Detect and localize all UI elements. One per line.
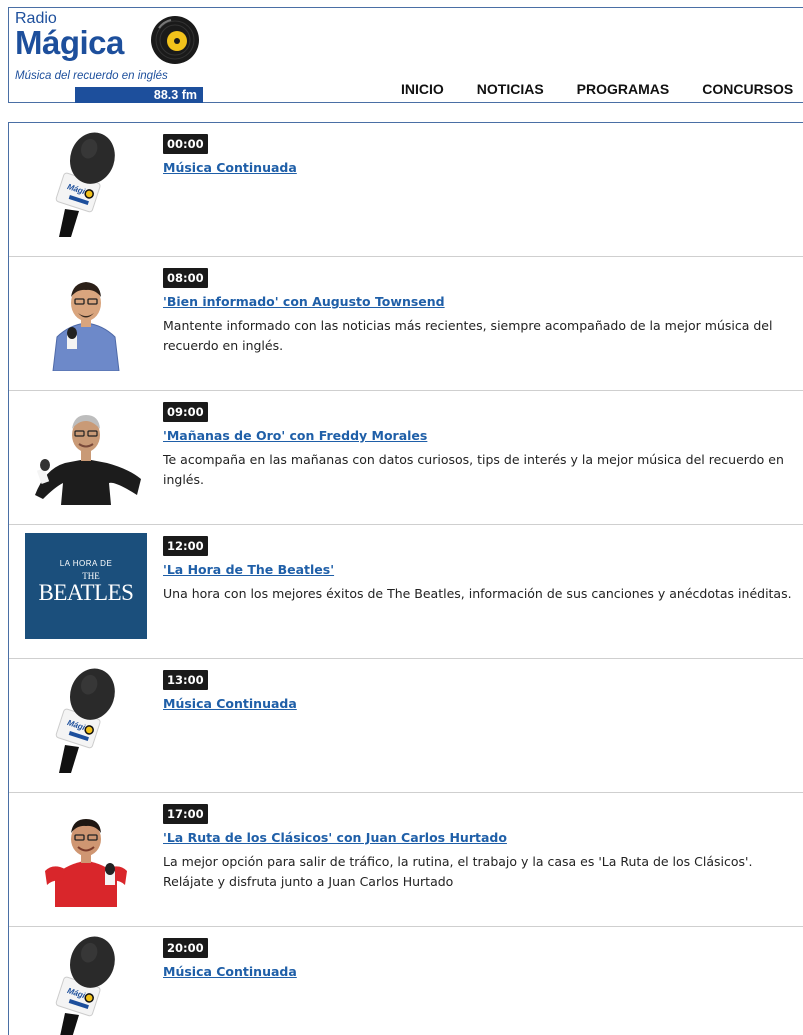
program-title-link[interactable]: 'La Hora de The Beatles'	[163, 562, 803, 577]
beatles-banner-top-text: LA HORA DE	[59, 559, 113, 568]
program-thumbnail[interactable]	[25, 801, 147, 907]
host-photo-icon	[35, 415, 141, 505]
nav-inicio[interactable]: INICIO	[401, 81, 444, 97]
nav-noticias[interactable]: NOTICIAS	[477, 81, 544, 97]
program-time: 17:00	[163, 804, 208, 824]
site-header: Radio Mágica Música del recuerdo en ingl…	[8, 7, 803, 103]
program-time: 08:00	[163, 268, 208, 288]
schedule-item: Mágica 00:00 Música Continuada	[9, 123, 803, 257]
radio-magica-logo[interactable]: Radio Mágica Música del recuerdo en ingl…	[13, 10, 223, 103]
program-thumbnail[interactable]: Mágica	[25, 131, 147, 237]
logo-tagline: Música del recuerdo en inglés	[15, 70, 168, 82]
program-time: 00:00	[163, 134, 208, 154]
program-title-link[interactable]: 'Bien informado' con Augusto Townsend	[163, 294, 803, 309]
host-photo-icon	[45, 819, 127, 907]
logo-frequency-badge: 88.3 fm	[75, 87, 203, 103]
schedule-item: Mágica 20:00 Música Continuada	[9, 927, 803, 1035]
program-time: 20:00	[163, 938, 208, 958]
microphone-logo-icon: Mágica	[55, 668, 115, 773]
beatles-banner: LA HORA DE THE BEATLES	[25, 533, 147, 639]
microphone-logo-icon: Mágica	[55, 132, 115, 237]
program-schedule: Mágica 00:00 Música Continuada 08:00 'Bi…	[8, 122, 803, 1035]
program-thumbnail[interactable]: Mágica	[25, 667, 147, 773]
microphone-logo-icon: Mágica	[55, 936, 115, 1035]
program-time: 09:00	[163, 402, 208, 422]
host-photo-icon	[52, 282, 120, 371]
program-description: La mejor opción para salir de tráfico, l…	[163, 854, 753, 889]
schedule-item: 08:00 'Bien informado' con Augusto Towns…	[9, 257, 803, 391]
program-thumbnail[interactable]	[25, 399, 147, 505]
program-title-link[interactable]: Música Continuada	[163, 696, 803, 711]
program-title-link[interactable]: Música Continuada	[163, 160, 803, 175]
program-time: 12:00	[163, 536, 208, 556]
beatles-banner-main-text: BEATLES	[38, 580, 134, 605]
schedule-item: 09:00 'Mañanas de Oro' con Freddy Morale…	[9, 391, 803, 525]
program-thumbnail[interactable]: LA HORA DE THE BEATLES	[25, 533, 147, 639]
main-nav: INICIO NOTICIAS PROGRAMAS CONCURSOS	[401, 81, 803, 97]
program-title-link[interactable]: Música Continuada	[163, 964, 803, 979]
nav-programas[interactable]: PROGRAMAS	[577, 81, 670, 97]
schedule-item: Mágica 13:00 Música Continuada	[9, 659, 803, 793]
program-title-link[interactable]: 'Mañanas de Oro' con Freddy Morales	[163, 428, 803, 443]
program-description: Te acompaña en las mañanas con datos cur…	[163, 452, 784, 487]
vinyl-disc-icon	[151, 16, 199, 64]
program-time: 13:00	[163, 670, 208, 690]
program-description: Mantente informado con las noticias más …	[163, 318, 773, 353]
nav-concursos[interactable]: CONCURSOS	[702, 81, 793, 97]
program-thumbnail[interactable]: Mágica	[25, 935, 147, 1035]
schedule-item: LA HORA DE THE BEATLES 12:00 'La Hora de…	[9, 525, 803, 659]
program-description: Una hora con los mejores éxitos de The B…	[163, 586, 792, 601]
program-title-link[interactable]: 'La Ruta de los Clásicos' con Juan Carlo…	[163, 830, 803, 845]
logo-magica-text: Mágica	[15, 24, 124, 61]
program-thumbnail[interactable]	[25, 265, 147, 371]
schedule-item: 17:00 'La Ruta de los Clásicos' con Juan…	[9, 793, 803, 927]
